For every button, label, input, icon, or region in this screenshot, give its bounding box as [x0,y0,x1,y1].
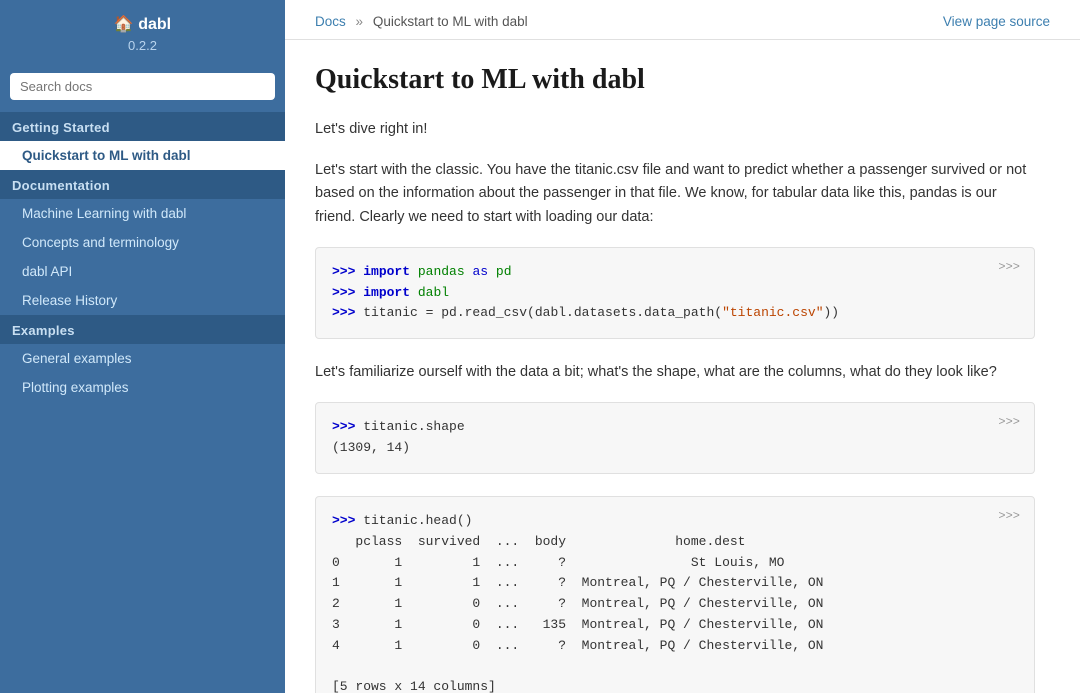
code-block-head: >>> >>> titanic.head() pclass survived .… [315,496,1035,693]
code-prompt-3: >>> [998,507,1020,526]
sidebar-logo: 🏠 dabl [10,14,275,34]
intro-paragraph: Let's dive right in! [315,118,1035,141]
sidebar-item-api[interactable]: dabl API [0,257,285,286]
section-examples: Examples [0,315,285,344]
sidebar-version: 0.2.2 [10,38,275,53]
sidebar-search-container [0,63,285,112]
code-prompt-2: >>> [998,413,1020,432]
sidebar-item-release-history[interactable]: Release History [0,286,285,315]
search-input[interactable] [10,73,275,100]
code-block-import: >>> >>> import pandas as pd >>> import d… [315,247,1035,339]
sidebar-item-general-examples[interactable]: General examples [0,344,285,373]
sidebar: 🏠 dabl 0.2.2 Getting Started Quickstart … [0,0,285,693]
sidebar-item-quickstart[interactable]: Quickstart to ML with dabl [0,141,285,170]
code-content-1: >>> import pandas as pd >>> import dabl … [332,264,839,321]
section-documentation: Documentation [0,170,285,199]
breadcrumb: Docs » Quickstart to ML with dabl View p… [285,0,1080,40]
breadcrumb-left: Docs » Quickstart to ML with dabl [315,14,528,29]
sidebar-header: 🏠 dabl 0.2.2 [0,0,285,63]
breadcrumb-separator: » [356,14,364,29]
section-getting-started: Getting Started [0,112,285,141]
breadcrumb-current: Quickstart to ML with dabl [373,14,528,29]
code-content-3: >>> titanic.head() pclass survived ... b… [332,513,823,693]
code-prompt-1: >>> [998,258,1020,277]
sidebar-item-ml-with-dabl[interactable]: Machine Learning with dabl [0,199,285,228]
view-page-source-link[interactable]: View page source [943,14,1050,29]
description-paragraph: Let's start with the classic. You have t… [315,159,1035,229]
breadcrumb-docs-link[interactable]: Docs [315,14,346,29]
sidebar-item-plotting-examples[interactable]: Plotting examples [0,373,285,402]
page-title: Quickstart to ML with dabl [315,64,1035,96]
sidebar-item-concepts[interactable]: Concepts and terminology [0,228,285,257]
code-content-2: >>> titanic.shape (1309, 14) [332,419,465,455]
page-content: Quickstart to ML with dabl Let's dive ri… [285,40,1065,693]
code-block-shape: >>> >>> titanic.shape (1309, 14) [315,402,1035,474]
main-content: Docs » Quickstart to ML with dabl View p… [285,0,1080,693]
explore-paragraph: Let's familiarize ourself with the data … [315,361,1035,384]
